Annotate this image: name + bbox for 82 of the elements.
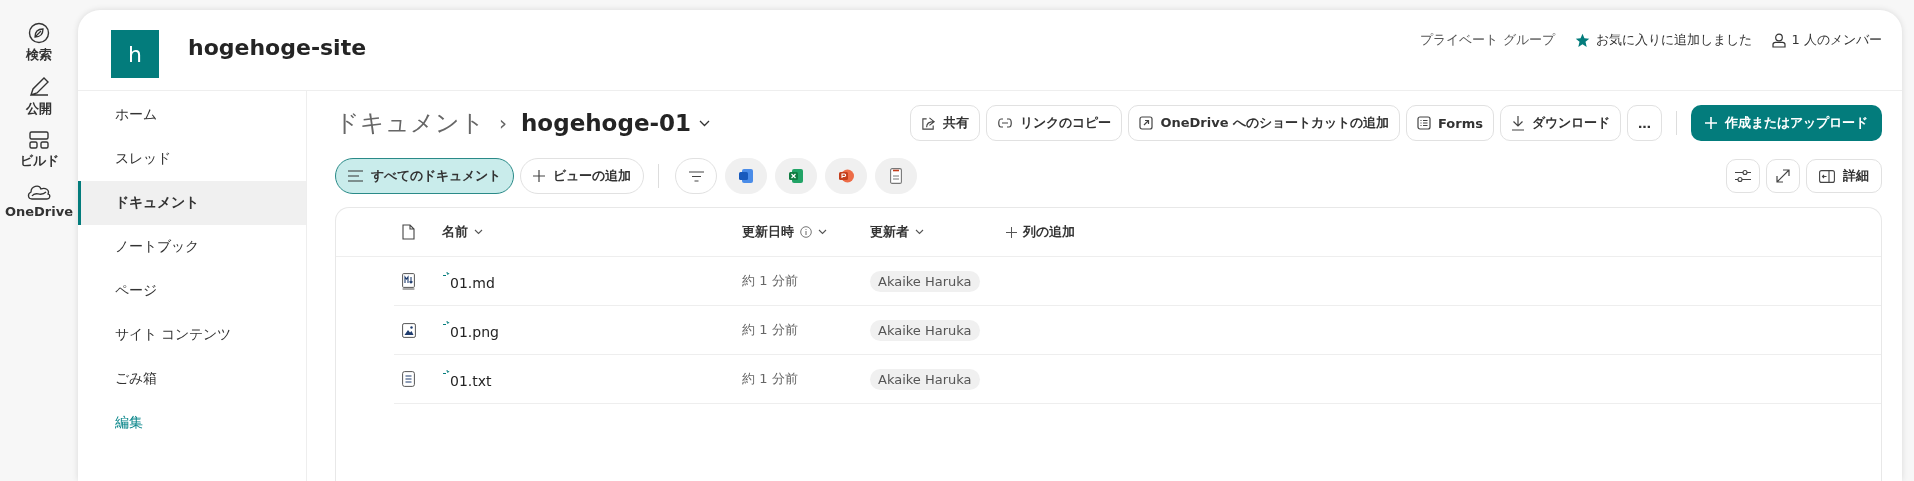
rail-item[interactable]: 検索 xyxy=(24,20,54,66)
document-app-icon xyxy=(738,168,754,184)
chevron-down-icon xyxy=(915,229,924,235)
file-type-header-icon xyxy=(402,224,415,240)
privacy-label: プライベート グループ xyxy=(1420,31,1555,49)
chevron-down-icon xyxy=(474,229,483,235)
download-icon xyxy=(1511,115,1525,131)
form-icon xyxy=(1417,116,1431,130)
modified-time: 約 1 分前 xyxy=(742,272,798,290)
file-name-link[interactable]: 01.md xyxy=(450,275,495,291)
nav-link[interactable]: スレッド xyxy=(78,137,306,181)
command-button[interactable]: OneDrive へのショートカットの追加 xyxy=(1128,105,1400,141)
column-header[interactable]: 更新日時 xyxy=(742,223,870,241)
presentation-app-icon xyxy=(838,168,854,184)
view-pill[interactable]: すべてのドキュメント xyxy=(335,158,514,194)
modified-by-chip[interactable]: Akaike Haruka xyxy=(870,319,980,341)
command-button[interactable]: リンクのコピー xyxy=(986,105,1123,141)
command-button[interactable]: ダウンロード xyxy=(1500,105,1621,141)
slides-filter-button[interactable] xyxy=(825,158,867,194)
text-file-icon xyxy=(402,371,415,387)
rail-item[interactable]: 公開 xyxy=(24,74,54,120)
share-icon xyxy=(921,115,937,131)
person-icon xyxy=(1771,32,1786,48)
folder-title-button[interactable]: hogehoge-01 xyxy=(521,110,711,136)
file-name-link[interactable]: 01.png xyxy=(450,324,499,340)
modified-by-chip[interactable]: Akaike Haruka xyxy=(870,368,980,390)
command-button[interactable]: 共有 xyxy=(910,105,981,141)
column-header[interactable]: 列の追加 xyxy=(1006,223,1075,241)
expand-icon xyxy=(1776,169,1790,183)
details-button[interactable]: 詳細 xyxy=(1806,159,1882,193)
nav-link[interactable]: ページ xyxy=(78,269,306,313)
word-filter-button[interactable] xyxy=(725,158,767,194)
plus-icon xyxy=(1006,226,1017,238)
view-pill[interactable]: ビューの追加 xyxy=(520,158,644,194)
breadcrumb-link[interactable]: ドキュメント xyxy=(335,107,485,139)
filter-button[interactable] xyxy=(675,158,717,194)
panel-icon xyxy=(1819,169,1835,183)
nav-link[interactable]: ノートブック xyxy=(78,225,306,269)
link-icon xyxy=(997,118,1014,128)
members-button[interactable]: 1 人のメンバー xyxy=(1771,31,1882,49)
clipboard-icon xyxy=(890,168,902,184)
spreadsheet-filter-button[interactable] xyxy=(775,158,817,194)
spreadsheet-app-icon xyxy=(788,168,804,184)
list-icon xyxy=(348,170,363,182)
file-name-link[interactable]: 01.txt xyxy=(450,373,492,389)
search-icon xyxy=(28,22,50,44)
star-icon xyxy=(1574,32,1590,48)
nav-link[interactable]: サイト コンテンツ xyxy=(78,313,306,357)
plus-icon xyxy=(1705,117,1717,129)
nav-link[interactable]: ごみ箱 xyxy=(78,357,306,401)
edit-link[interactable]: 編集 xyxy=(78,401,306,445)
layout-icon xyxy=(28,130,50,150)
site-title[interactable]: hogehoge-site xyxy=(188,34,367,60)
info-icon xyxy=(800,226,812,238)
create-upload-button[interactable]: 作成またはアップロード xyxy=(1691,105,1882,141)
modified-time: 約 1 分前 xyxy=(742,370,798,388)
breadcrumb-separator: › xyxy=(499,111,507,135)
rail-item[interactable]: OneDrive xyxy=(2,180,76,221)
site-logo[interactable]: h xyxy=(111,30,159,78)
expand-button[interactable] xyxy=(1766,159,1800,193)
filter-icon xyxy=(688,170,704,182)
nav-link[interactable]: ドキュメント xyxy=(78,181,306,225)
plus-icon xyxy=(533,170,545,182)
chevron-down-icon xyxy=(818,229,827,235)
settings-button[interactable] xyxy=(1726,159,1760,193)
command-button[interactable]: Forms xyxy=(1406,105,1494,141)
rail-item[interactable]: ビルド xyxy=(17,128,61,172)
column-header[interactable]: 名前 xyxy=(442,223,742,241)
modified-time: 約 1 分前 xyxy=(742,321,798,339)
pen-icon xyxy=(28,76,50,98)
nav-link[interactable]: ホーム xyxy=(78,93,306,137)
form-filter-button[interactable] xyxy=(875,158,917,194)
command-button[interactable]: … xyxy=(1627,105,1662,141)
chevron-down-icon xyxy=(699,119,711,127)
image-file-icon xyxy=(402,322,416,338)
shortcut-icon xyxy=(1139,116,1154,130)
column-header[interactable]: 更新者 xyxy=(870,223,1006,241)
cloud-icon xyxy=(26,182,52,202)
favorite-button[interactable]: お気に入りに追加しました xyxy=(1574,31,1752,49)
markdown-file-icon xyxy=(402,272,415,290)
sliders-icon xyxy=(1735,169,1751,183)
modified-by-chip[interactable]: Akaike Haruka xyxy=(870,270,980,292)
